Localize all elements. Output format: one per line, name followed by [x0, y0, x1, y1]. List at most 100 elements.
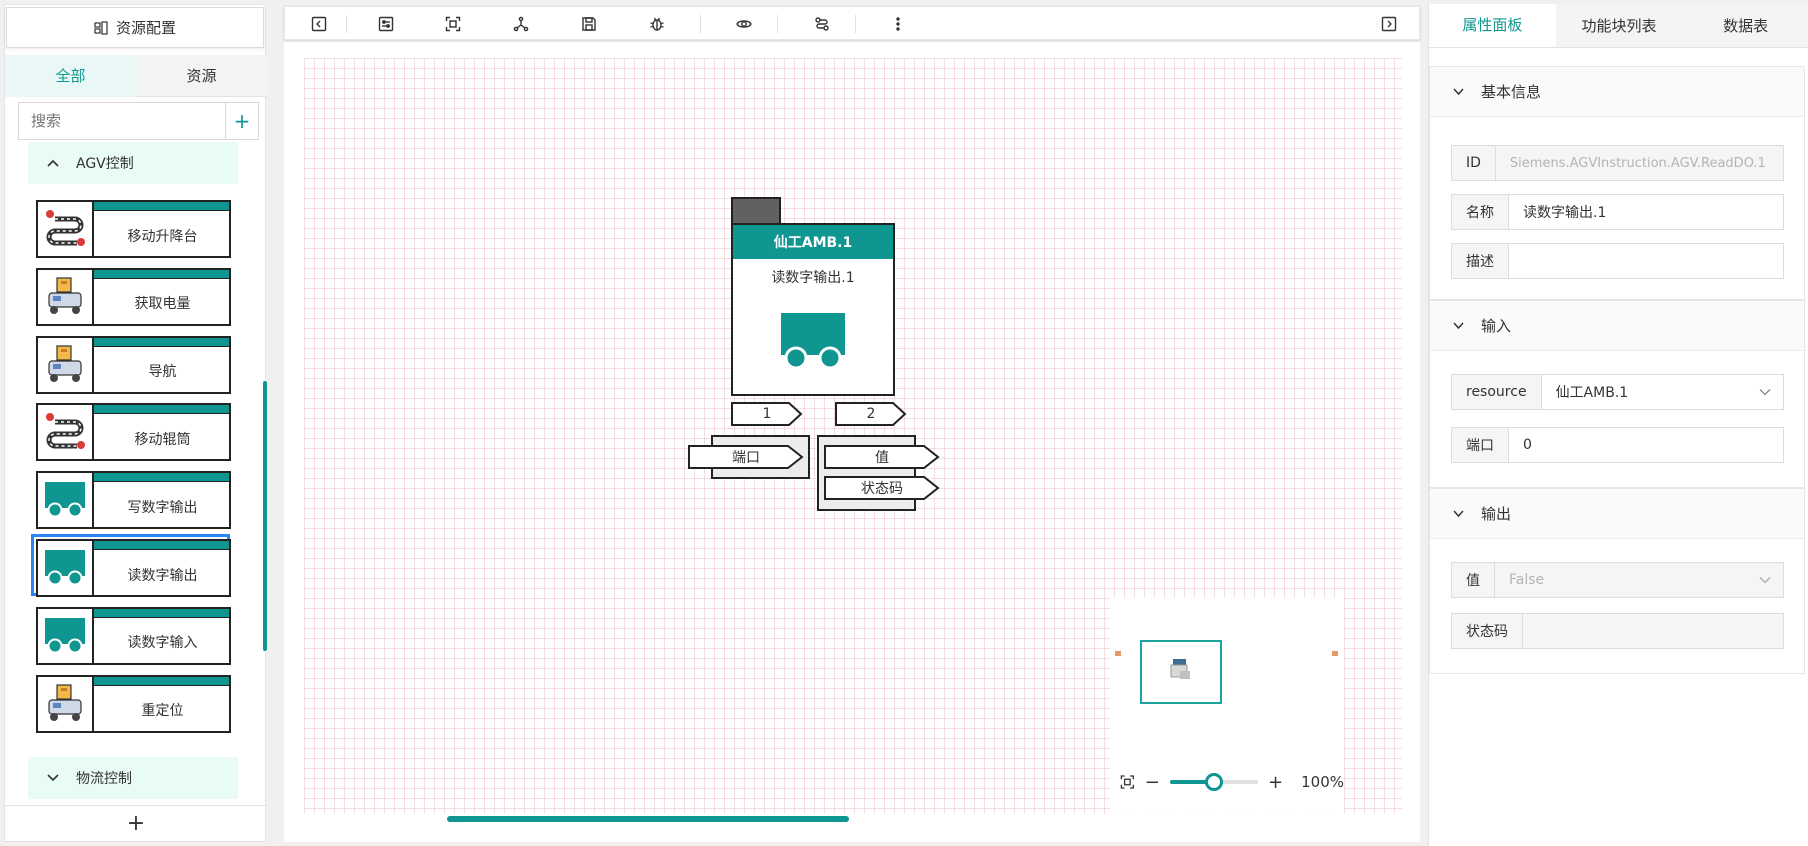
status-code-field: 状态码	[1451, 613, 1784, 649]
function-block-header-bar	[94, 269, 229, 279]
config-icon	[94, 20, 108, 35]
function-block-card: 获取电量	[36, 267, 231, 326]
node-body: 读数字输出.1	[731, 259, 895, 396]
toolbar-divider	[855, 15, 856, 33]
zoom-out-button[interactable]: −	[1145, 772, 1160, 793]
input-port-duankou[interactable]: 端口	[688, 445, 804, 469]
node-port-2[interactable]: 2	[835, 402, 907, 426]
tab-data-table[interactable]: 数据表	[1682, 4, 1808, 47]
basic-info-header[interactable]: 基本信息	[1430, 67, 1804, 117]
port-input[interactable]: 0	[1509, 428, 1783, 462]
graph-icon[interactable]	[510, 13, 532, 35]
function-block-header-bar	[94, 676, 229, 686]
id-label: ID	[1452, 146, 1496, 180]
collapse-right-icon[interactable]	[1378, 13, 1400, 35]
zoom-slider-knob[interactable]	[1204, 773, 1223, 791]
description-label: 描述	[1452, 244, 1509, 278]
function-block-card: 重定位	[36, 674, 231, 733]
description-input[interactable]	[1509, 244, 1783, 278]
resource-config-button[interactable]: 资源配置	[6, 7, 264, 48]
fit-view-icon[interactable]	[442, 13, 464, 35]
function-block-item[interactable]: 移动辊筒	[31, 398, 231, 462]
bottom-add-button[interactable]: +	[5, 805, 267, 841]
id-field: ID Siemens.AGVInstruction.AGV.ReadDO.1	[1451, 145, 1784, 181]
truck-icon	[781, 313, 845, 369]
function-block-header-bar	[94, 608, 229, 618]
resource-config-label: 资源配置	[115, 19, 176, 37]
tab-properties[interactable]: 属性面板	[1429, 4, 1556, 47]
group-agv-label: AGV控制	[76, 156, 134, 172]
right-tabs: 属性面板 功能块列表 数据表	[1429, 4, 1808, 48]
agv-robot-icon	[38, 337, 94, 392]
function-block-node[interactable]: 仙工AMB.1 读数字输出.1	[731, 197, 896, 397]
left-scrollbar[interactable]	[263, 381, 267, 651]
minimap-marker	[1332, 651, 1338, 656]
function-block-item[interactable]: 获取电量	[31, 263, 231, 326]
add-button[interactable]: +	[225, 103, 258, 139]
status-code-label: 状态码	[1452, 614, 1523, 648]
function-block-header-bar	[94, 541, 229, 550]
collapse-left-icon[interactable]	[308, 13, 330, 35]
name-field: 名称 读数字输出.1	[1451, 194, 1784, 230]
value-label: 值	[1452, 563, 1495, 597]
function-block-label: 移动辊筒	[134, 431, 191, 448]
tab-function-blocks[interactable]: 功能块列表	[1556, 4, 1683, 47]
toolbar-divider	[346, 15, 347, 33]
node-event-tab[interactable]	[731, 197, 781, 225]
zoom-percent: 100%	[1301, 773, 1344, 791]
canvas-horizontal-scrollbar[interactable]	[447, 816, 849, 822]
function-block-item[interactable]: 重定位	[31, 670, 231, 733]
sliders-icon[interactable]	[375, 13, 397, 35]
group-logistics-control[interactable]: 物流控制	[28, 757, 238, 799]
group-agv-control[interactable]: AGV控制	[28, 142, 238, 184]
zoom-slider[interactable]	[1169, 773, 1259, 791]
node-resource-header: 仙工AMB.1	[731, 223, 895, 261]
function-block-item[interactable]: 读数字输入	[31, 602, 231, 665]
function-block-label: 读数字输入	[127, 635, 198, 652]
input-title: 输入	[1481, 317, 1512, 335]
port-1-label: 1	[762, 406, 772, 422]
value-field: 值 False	[1451, 562, 1784, 598]
function-block-item[interactable]: 导航	[31, 331, 231, 394]
editor-canvas[interactable]: 仙工AMB.1 读数字输出.1 1 2 端口 值 状态码 − + 100%	[284, 42, 1420, 842]
function-block-item[interactable]: 读数字输出	[31, 534, 231, 597]
chevron-down-icon	[1759, 389, 1771, 396]
status-code-value	[1523, 614, 1783, 648]
output-header[interactable]: 输出	[1430, 489, 1804, 539]
right-panel: 属性面板 功能块列表 数据表 基本信息 ID Siemens.AGVInstru…	[1428, 4, 1808, 846]
debug-icon[interactable]	[646, 13, 668, 35]
node-port-1[interactable]: 1	[731, 402, 803, 426]
tab-all[interactable]: 全部	[5, 55, 136, 97]
function-block-label: 获取电量	[134, 296, 191, 313]
name-input[interactable]: 读数字输出.1	[1509, 195, 1783, 229]
output-port-status[interactable]: 状态码	[824, 476, 940, 500]
fit-icon[interactable]	[1120, 774, 1135, 790]
left-panel: 资源配置 全部 资源 + AGV控制 移动升降台获取电量导航移动辊筒写数字输出读…	[4, 4, 267, 842]
function-block-label: 读数字输出	[127, 567, 198, 584]
agv-robot-icon	[38, 676, 94, 731]
save-icon[interactable]	[578, 13, 600, 35]
search-input[interactable]	[19, 103, 225, 139]
function-block-item[interactable]: 写数字输出	[31, 466, 231, 530]
chevron-down-icon	[1453, 322, 1464, 330]
resource-select-value: 仙工AMB.1	[1555, 385, 1629, 401]
flow-icon[interactable]	[811, 13, 833, 35]
function-block-item[interactable]: 移动升降台	[31, 195, 231, 258]
left-tabs: 全部 资源	[5, 55, 267, 97]
port-label: 端口	[1452, 428, 1509, 462]
resource-select[interactable]: 仙工AMB.1	[1542, 375, 1783, 409]
more-icon[interactable]	[887, 13, 909, 35]
function-block-header-bar	[94, 405, 229, 415]
app-window: 资源配置 全部 资源 + AGV控制 移动升降台获取电量导航移动辊筒写数字输出读…	[0, 0, 1808, 846]
toolbar-divider	[777, 15, 778, 33]
name-label: 名称	[1452, 195, 1509, 229]
chevron-down-icon	[1453, 88, 1464, 96]
truck-icon	[38, 473, 94, 528]
input-header[interactable]: 输入	[1430, 301, 1804, 351]
output-port-value[interactable]: 值	[824, 445, 940, 469]
preview-icon[interactable]	[733, 13, 755, 35]
tab-resources[interactable]: 资源	[136, 55, 267, 97]
truck-icon	[38, 541, 94, 595]
port-2-label: 2	[866, 406, 876, 422]
zoom-in-button[interactable]: +	[1268, 772, 1283, 793]
